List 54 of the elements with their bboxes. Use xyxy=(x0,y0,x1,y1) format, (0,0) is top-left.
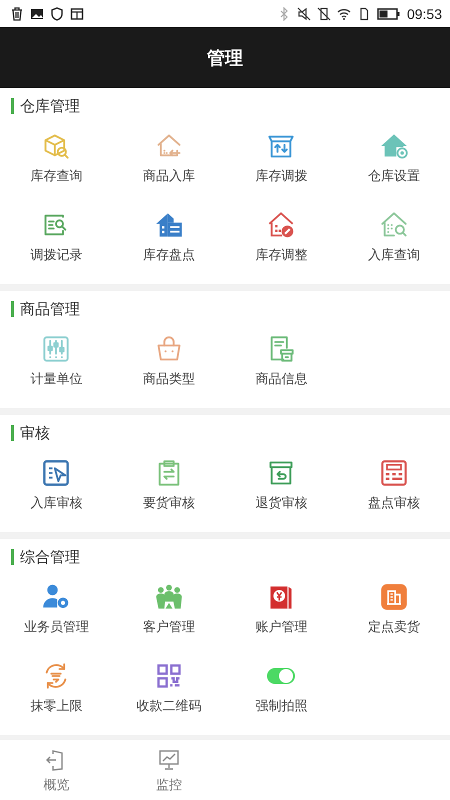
clock-time: 09:53 xyxy=(406,6,442,22)
menu-item[interactable]: 入库查询 xyxy=(338,203,450,282)
toggle-switch[interactable] xyxy=(267,668,296,684)
shield-icon xyxy=(50,6,64,20)
trash-icon xyxy=(10,6,24,20)
section-title: 综合管理 xyxy=(20,548,80,566)
section-title: 商品管理 xyxy=(20,300,80,318)
box-return-icon xyxy=(267,459,296,487)
menu-item[interactable]: 仓库设置 xyxy=(338,124,450,203)
house-search-icon xyxy=(380,211,408,239)
menu-item[interactable]: 库存查询 xyxy=(0,124,112,203)
calculator-icon xyxy=(380,459,408,487)
house-gear-icon xyxy=(380,132,408,160)
box-search-icon xyxy=(42,132,70,160)
people-icon xyxy=(154,583,183,611)
menu-item[interactable]: 库存调整 xyxy=(225,203,338,282)
qr-code-icon xyxy=(154,662,183,690)
menu-item[interactable]: 盘点审核 xyxy=(338,451,450,530)
menu-item[interactable]: 收款二维码 xyxy=(112,654,225,733)
wifi-icon xyxy=(336,6,351,20)
menu-item[interactable]: 商品类型 xyxy=(112,327,225,406)
image-icon xyxy=(30,6,44,20)
sliders-icon xyxy=(42,335,70,363)
monitor-chart-icon xyxy=(156,748,181,772)
menu-item[interactable]: 业务员管理 xyxy=(0,575,112,654)
menu-item[interactable]: 要货审核 xyxy=(112,451,225,530)
menu-item[interactable]: 入库审核 xyxy=(0,451,112,530)
menu-item[interactable]: 计量单位 xyxy=(0,327,112,406)
menu-item[interactable]: 账户管理 xyxy=(225,575,338,654)
menu-item[interactable]: 定点卖货 xyxy=(338,575,450,654)
vibrate-off-icon xyxy=(316,6,331,20)
mute-icon xyxy=(296,6,311,20)
battery-icon xyxy=(376,6,401,20)
document-pointer-icon xyxy=(42,459,70,487)
toggle-label: 强制拍照 xyxy=(255,698,308,715)
section-title: 审核 xyxy=(20,424,50,442)
menu-item[interactable]: 库存调拨 xyxy=(225,124,338,203)
basket-icon xyxy=(154,335,183,363)
office-building-icon xyxy=(380,583,408,611)
page-title: 管理 xyxy=(207,46,243,70)
building-icon xyxy=(154,211,183,239)
menu-item[interactable]: 退货审核 xyxy=(225,451,338,530)
menu-item[interactable]: 商品信息 xyxy=(225,327,338,406)
menu-item[interactable]: 抹零上限 xyxy=(0,654,112,733)
menu-item[interactable]: 客户管理 xyxy=(112,575,225,654)
section-title: 仓库管理 xyxy=(20,96,80,116)
nav-tab[interactable]: 概览 xyxy=(0,740,112,800)
person-gear-icon xyxy=(42,583,70,611)
menu-item[interactable]: 库存盘点 xyxy=(112,203,225,282)
menu-item[interactable]: 商品入库 xyxy=(112,124,225,203)
calendar-icon xyxy=(70,6,84,20)
nav-tab[interactable]: 监控 xyxy=(112,740,225,800)
menu-item[interactable]: 调拨记录 xyxy=(0,203,112,282)
house-no-entry-icon xyxy=(267,211,296,239)
